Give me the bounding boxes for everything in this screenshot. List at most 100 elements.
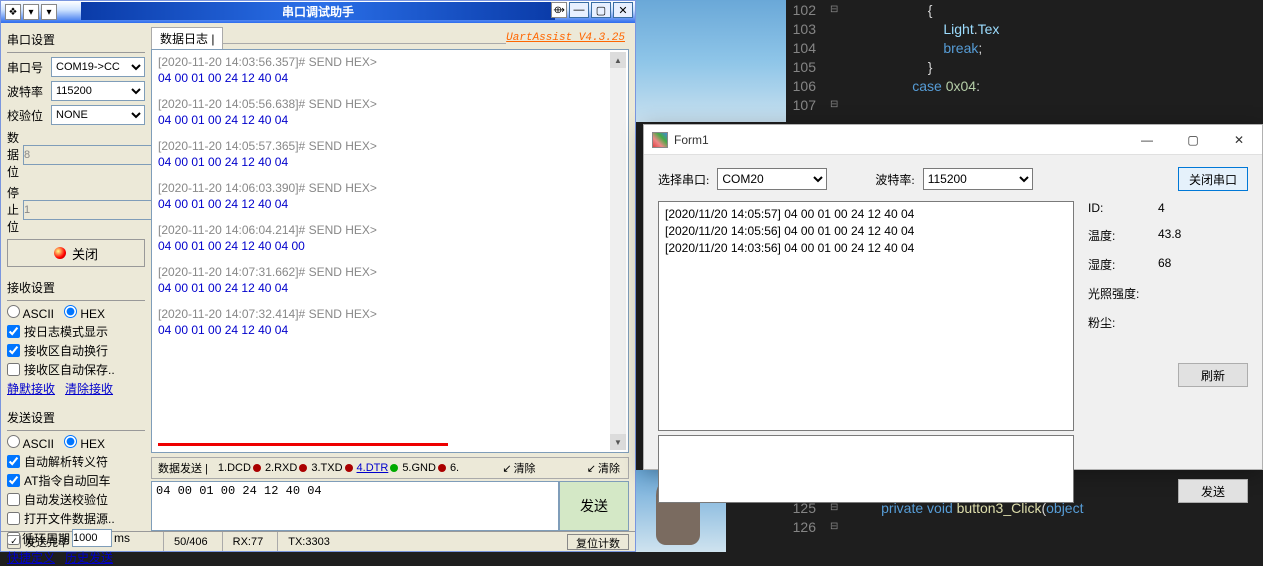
form1-recv-area[interactable]: [2020/11/20 14:05:57] 04 00 01 00 24 12 … (658, 201, 1074, 431)
send-ascii-radio[interactable]: ASCII (7, 435, 54, 451)
pin-gnd[interactable]: 5.GND (402, 462, 446, 474)
clear-send-button[interactable]: 清除 (494, 460, 543, 476)
form1-titlebar[interactable]: Form1 — ▢ ✕ (644, 125, 1262, 155)
dropdown2-icon[interactable]: ▾ (41, 4, 57, 20)
code-line: 102⊟ { (780, 0, 1263, 19)
send-hex-radio[interactable]: HEX (64, 435, 105, 451)
send-input[interactable]: 04 00 01 00 24 12 40 04 (151, 481, 559, 531)
recv-settings-title: 接收设置 (7, 279, 145, 296)
status-msg: 发送完毕 (25, 534, 69, 550)
highlight-underline (158, 443, 448, 446)
send-header-title: 数据发送 | (152, 460, 214, 476)
port-label: 串口号 (7, 59, 47, 76)
pin-6[interactable]: 6. (450, 462, 459, 474)
chk-autowrap[interactable] (7, 344, 20, 357)
form1-maximize-button[interactable]: ▢ (1170, 125, 1216, 155)
form1-app-icon (652, 132, 668, 148)
chk-logmode[interactable] (7, 325, 20, 338)
status-rx: RX:77 (222, 532, 274, 551)
log-area[interactable]: [2020-11-20 14:03:56.357]# SEND HEX>04 0… (151, 49, 629, 453)
form1-baud-select[interactable]: 115200 (923, 168, 1033, 190)
code-line: 107⊟ (780, 95, 1263, 114)
cycle-input[interactable] (72, 529, 112, 547)
parity-label: 校验位 (7, 107, 47, 124)
chk-autosave[interactable] (7, 363, 20, 376)
pin-txd[interactable]: 3.TXD (311, 462, 352, 474)
form1-port-select[interactable]: COM20 (717, 168, 827, 190)
status-tx: TX:3303 (277, 532, 340, 551)
recv-ascii-radio[interactable]: ASCII (7, 305, 54, 321)
send-button[interactable]: 发送 (559, 481, 629, 531)
info-row: ID:4 (1088, 201, 1248, 215)
log-entry: [2020-11-20 14:03:56.357]# SEND HEX>04 0… (158, 54, 622, 86)
reset-count-button[interactable]: 复位计数 (567, 534, 629, 550)
sysmenu-icon[interactable]: ❖ (5, 4, 21, 20)
form1-title: Form1 (674, 133, 709, 147)
log-header-title: 数据日志 | (151, 27, 223, 49)
status-dot-icon (54, 247, 66, 259)
form1-close-port-button[interactable]: 关闭串口 (1178, 167, 1248, 191)
chk-atcr[interactable] (7, 474, 20, 487)
brand-label[interactable]: UartAssist V4.3.25 (506, 32, 629, 44)
uart-titlebar[interactable]: ❖ ▾ ▾ 串口调试助手 ⟴ — ▢ ✕ (1, 1, 635, 23)
chk-escape[interactable] (7, 455, 20, 468)
chk-autosave-label: 接收区自动保存.. (24, 361, 115, 378)
chk-autocrc[interactable] (7, 493, 20, 506)
info-row: 温度:43.8 (1088, 227, 1248, 244)
close-port-button[interactable]: 关闭 (7, 239, 145, 267)
info-row: 光照强度: (1088, 285, 1248, 302)
log-entry: [2020-11-20 14:06:04.214]# SEND HEX>04 0… (158, 222, 622, 254)
chk-autocrc-label: 自动发送校验位 (24, 491, 108, 508)
port-select[interactable]: COM19->CC (51, 57, 145, 77)
chk-autowrap-label: 接收区自动换行 (24, 342, 108, 359)
silent-recv-link[interactable]: 静默接收 (7, 380, 55, 397)
maximize-button[interactable]: ▢ (591, 2, 611, 18)
form1-minimize-button[interactable]: — (1124, 125, 1170, 155)
log-entry: [2020-11-20 14:06:03.390]# SEND HEX>04 0… (158, 180, 622, 212)
close-label: 关闭 (72, 244, 98, 263)
pin-rxd[interactable]: 2.RXD (265, 462, 307, 474)
info-row: 粉尘: (1088, 314, 1248, 331)
chk-logmode-label: 按日志模式显示 (24, 323, 108, 340)
close-button[interactable]: ✕ (613, 2, 633, 18)
clear-send2-button[interactable]: 清除 (579, 460, 628, 476)
uartassist-window: ❖ ▾ ▾ 串口调试助手 ⟴ — ▢ ✕ 串口设置 串口号COM19->CC 波… (0, 0, 636, 552)
dropdown-icon[interactable]: ▾ (23, 4, 39, 20)
log-entry: [2020-11-20 14:07:32.414]# SEND HEX>04 0… (158, 306, 622, 338)
chk-filesrc-label: 打开文件数据源.. (24, 510, 115, 527)
form1-recv-line: [2020/11/20 14:05:57] 04 00 01 00 24 12 … (665, 206, 1067, 223)
form1-send-input[interactable] (658, 435, 1074, 503)
form1-port-label: 选择串口: (658, 171, 709, 188)
log-entry: [2020-11-20 14:05:57.365]# SEND HEX>04 0… (158, 138, 622, 170)
minimize-button[interactable]: — (569, 2, 589, 18)
chk-atcr-label: AT指令自动回车 (24, 472, 110, 489)
log-entry: [2020-11-20 14:07:31.662]# SEND HEX>04 0… (158, 264, 622, 296)
form1-close-button[interactable]: ✕ (1216, 125, 1262, 155)
baud-label: 波特率 (7, 83, 47, 100)
form1-info-panel: ID:4温度:43.8湿度:68光照强度:粉尘:刷新 (1088, 201, 1248, 431)
serial-settings-title: 串口设置 (7, 31, 145, 48)
desktop-wallpaper-top (636, 0, 786, 122)
form1-send-button[interactable]: 发送 (1178, 479, 1248, 503)
code-line: 104 break; (780, 38, 1263, 57)
clear-recv-link[interactable]: 清除接收 (65, 380, 113, 397)
chk-filesrc[interactable] (7, 512, 20, 525)
databits-field[interactable] (23, 145, 167, 165)
stopbits-field[interactable] (23, 200, 167, 220)
code-line: 126⊟ (780, 517, 1263, 536)
baud-select[interactable]: 115200 (51, 81, 145, 101)
log-scrollbar[interactable]: ▲▼ (610, 52, 626, 450)
code-line: 106 case 0x04: (780, 76, 1263, 95)
cycle-unit: ms (114, 531, 130, 545)
chk-escape-label: 自动解析转义符 (24, 453, 108, 470)
status-count: 50/406 (163, 532, 218, 551)
pin-dcd[interactable]: 1.DCD (218, 462, 261, 474)
pin-icon[interactable]: ⟴ (551, 2, 567, 18)
stopbits-label: 停止位 (7, 184, 19, 235)
parity-select[interactable]: NONE (51, 105, 145, 125)
log-entry: [2020-11-20 14:05:56.638]# SEND HEX>04 0… (158, 96, 622, 128)
recv-hex-radio[interactable]: HEX (64, 305, 105, 321)
pin-dtr[interactable]: 4.DTR (357, 462, 399, 474)
form1-refresh-button[interactable]: 刷新 (1178, 363, 1248, 387)
code-line: 103 Light.Tex (780, 19, 1263, 38)
